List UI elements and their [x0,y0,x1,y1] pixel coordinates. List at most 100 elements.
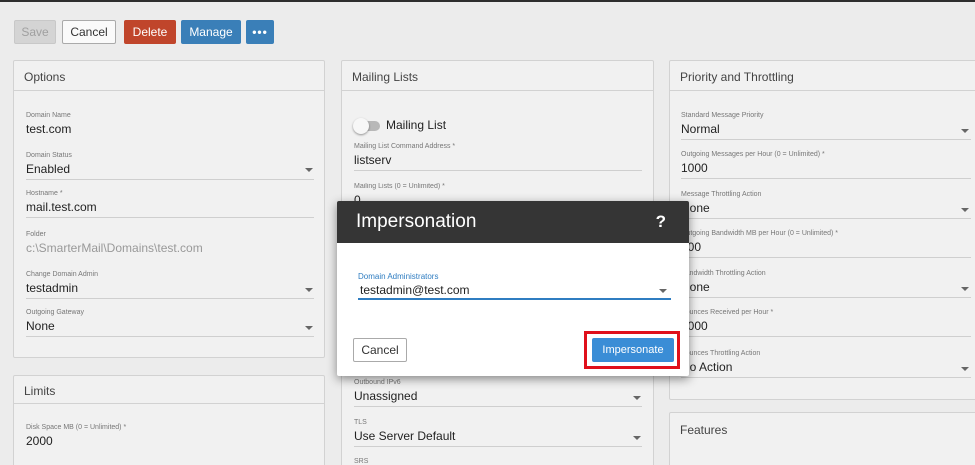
chevron-down-icon [961,129,969,133]
outgoing-per-hour-label: Outgoing Messages per Hour (0 = Unlimite… [681,151,825,158]
more-options-button[interactable]: ••• [246,20,274,44]
chevron-down-icon [961,367,969,371]
domain-administrators-select[interactable]: testadmin@test.com [360,283,470,297]
domain-status-value: Enabled [26,162,71,176]
bounces-action-label: Bounces Throttling Action [681,350,761,357]
field-underline [681,257,971,258]
chevron-down-icon [961,287,969,291]
tls-value: Use Server Default [354,429,456,443]
chevron-down-icon [305,168,313,172]
field-underline [681,377,971,378]
bounces-action-value: No Action [681,360,733,374]
field-underline-active [358,298,671,300]
field-underline [681,218,971,219]
dialog-header: Impersonation ? [337,201,689,243]
outgoing-gateway-select[interactable]: Outgoing Gateway None [26,309,314,337]
command-address-input[interactable]: Mailing List Command Address * listserv [354,143,642,171]
tls-select[interactable]: TLS Use Server Default [354,419,642,447]
mailing-lists-panel-title: Mailing Lists [342,61,653,91]
command-address-value: listserv [354,153,392,167]
features-panel: Features [669,412,975,465]
domain-name-value: test.com [26,122,72,136]
priority-panel-title: Priority and Throttling [670,61,975,91]
bounces-per-hour-value: 1000 [681,319,708,333]
domain-name-label: Domain Name [26,112,71,119]
hostname-label: Hostname * [26,190,63,197]
field-underline [26,179,314,180]
field-underline [354,406,642,407]
domain-name-field: Domain Name test.com [26,112,314,136]
window-top-border [0,0,975,2]
chevron-down-icon [961,208,969,212]
options-panel: Options Domain Name test.com Domain Stat… [13,60,325,358]
field-underline [354,170,642,171]
change-domain-admin-select[interactable]: Change Domain Admin testadmin [26,271,314,299]
outgoing-gateway-label: Outgoing Gateway [26,309,84,316]
std-priority-value: Normal [681,122,720,136]
outgoing-bandwidth-input[interactable]: Outgoing Bandwidth MB per Hour (0 = Unli… [681,230,971,258]
bandwidth-throttling-action-select[interactable]: Bandwidth Throttling Action None [681,270,971,298]
field-underline [681,336,971,337]
outgoing-per-hour-value: 1000 [681,161,708,175]
folder-value: c:\SmarterMail\Domains\test.com [26,241,203,255]
disk-space-input[interactable]: Disk Space MB (0 = Unlimited) * 2000 [26,424,314,452]
cancel-button[interactable]: Cancel [62,20,116,44]
mailing-lists-count-input[interactable]: Mailing Lists (0 = Unlimited) * 0 [354,183,642,201]
chevron-down-icon[interactable] [659,289,667,293]
domain-administrators-label: Domain Administrators [358,272,439,281]
help-icon[interactable]: ? [656,212,666,232]
outbound-ipv6-value: Unassigned [354,389,418,403]
limits-panel: Limits Disk Space MB (0 = Unlimited) * 2… [13,375,325,465]
msg-throttle-action-value: None [681,201,710,215]
save-button[interactable]: Save [14,20,56,44]
dialog-title: Impersonation [356,211,477,232]
standard-priority-select[interactable]: Standard Message Priority Normal [681,112,971,140]
std-priority-label: Standard Message Priority [681,112,764,119]
disk-space-label: Disk Space MB (0 = Unlimited) * [26,424,127,431]
field-underline [26,298,314,299]
domain-status-select[interactable]: Domain Status Enabled [26,152,314,180]
manage-button[interactable]: Manage [181,20,241,44]
outgoing-bandwidth-value: 100 [681,240,702,254]
bounces-per-hour-input[interactable]: Bounces Received per Hour * 1000 [681,309,971,337]
mailing-lists-count-label: Mailing Lists (0 = Unlimited) * [354,183,445,190]
mailing-list-toggle-label: Mailing List [386,118,447,132]
field-underline [354,446,642,447]
chevron-down-icon [305,288,313,292]
dialog-cancel-button[interactable]: Cancel [353,338,407,362]
folder-field: Folder c:\SmarterMail\Domains\test.com [26,231,314,255]
features-panel-title: Features [680,423,728,437]
srs-label: SRS [354,458,369,465]
srs-field[interactable]: SRS [354,458,642,465]
hostname-value: mail.test.com [26,200,97,214]
chevron-down-icon [305,326,313,330]
field-underline [681,139,971,140]
field-underline [681,297,971,298]
folder-label: Folder [26,231,46,238]
hostname-input[interactable]: Hostname * mail.test.com [26,190,314,218]
outgoing-gateway-value: None [26,319,55,333]
toggle-knob [353,118,369,134]
outbound-ipv6-select[interactable]: Outbound IPv6 Unassigned [354,379,642,407]
impersonate-button[interactable]: Impersonate [592,338,674,362]
delete-button[interactable]: Delete [124,20,176,44]
change-admin-value: testadmin [26,281,79,295]
chevron-down-icon [633,396,641,400]
field-underline [681,178,971,179]
domain-status-label: Domain Status [26,152,72,159]
chevron-down-icon [633,436,641,440]
message-throttling-action-select[interactable]: Message Throttling Action None [681,191,971,219]
mailing-list-toggle[interactable] [353,118,380,134]
msg-throttle-action-label: Message Throttling Action [681,191,762,198]
bounces-per-hour-label: Bounces Received per Hour * [681,309,774,316]
field-underline [26,217,314,218]
impersonation-dialog: Impersonation ? Domain Administrators te… [337,201,689,376]
outbound-ipv6-label: Outbound IPv6 [354,379,401,386]
outgoing-bandwidth-label: Outgoing Bandwidth MB per Hour (0 = Unli… [681,230,838,237]
bandwidth-action-label: Bandwidth Throttling Action [681,270,766,277]
outgoing-per-hour-input[interactable]: Outgoing Messages per Hour (0 = Unlimite… [681,151,971,179]
bounces-throttling-action-select[interactable]: Bounces Throttling Action No Action [681,350,971,378]
tls-label: TLS [354,419,367,426]
limits-panel-title: Limits [14,376,324,404]
change-admin-label: Change Domain Admin [26,271,98,278]
